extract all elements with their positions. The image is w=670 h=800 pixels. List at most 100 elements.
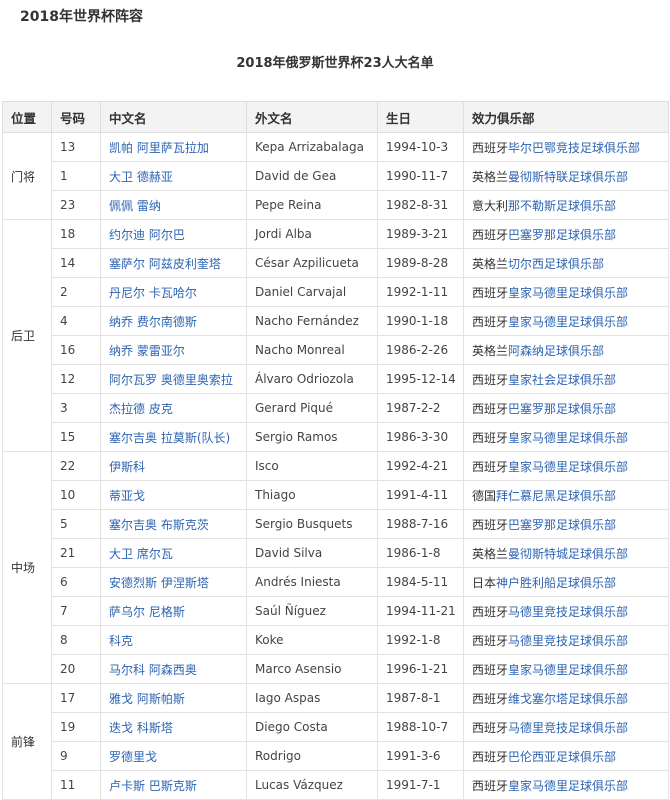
page-heading: 2018年世界杯阵容 (20, 9, 143, 25)
table-row: 20 马尔科 阿森西奥 Marco Asensio 1996-1-21 西班牙皇家马德里… (3, 654, 669, 684)
player-name-link[interactable]: 纳乔 费尔南德斯 (109, 315, 197, 329)
club-cell: 西班牙巴塞罗那足球俱乐部 (463, 219, 669, 249)
number-cell: 13 (51, 132, 101, 162)
chinese-name-cell: 塞尔吉奥 布斯克茨 (100, 509, 247, 539)
club-link[interactable]: 皇家社会足球俱乐部 (508, 373, 616, 387)
club-country: 德国 (472, 488, 497, 503)
column-header-position: 位置 (2, 101, 52, 133)
number-cell: 19 (51, 712, 101, 742)
column-header-number: 号码 (51, 101, 101, 133)
club-link[interactable]: 曼彻斯特联足球俱乐部 (508, 170, 628, 184)
club-link[interactable]: 皇家马德里足球俱乐部 (508, 315, 628, 329)
club-link[interactable]: 巴塞罗那足球俱乐部 (508, 402, 616, 416)
birth-cell: 1988-7-16 (377, 509, 464, 539)
player-name-link[interactable]: 丹尼尔 卡瓦哈尔 (109, 286, 197, 300)
chinese-name-cell: 佩佩 雷纳 (100, 190, 247, 220)
birth-cell: 1988-10-7 (377, 712, 464, 742)
club-link[interactable]: 切尔西足球俱乐部 (508, 257, 604, 271)
number-cell: 21 (51, 538, 101, 568)
club-cell: 德国拜仁慕尼黑足球俱乐部 (463, 480, 669, 510)
player-name-link[interactable]: 塞尔吉奥 拉莫斯(队长) (109, 431, 230, 445)
club-cell: 西班牙巴塞罗那足球俱乐部 (463, 393, 669, 423)
club-link[interactable]: 皇家马德里足球俱乐部 (508, 431, 628, 445)
player-name-link[interactable]: 安德烈斯 伊涅斯塔 (109, 576, 209, 590)
player-name-link[interactable]: 科克 (109, 634, 133, 648)
roster-table: 位置 号码 中文名 外文名 生日 效力俱乐部 门将 13 凯帕 阿里萨瓦拉加 Kepa… (2, 101, 669, 800)
club-link[interactable]: 巴塞罗那足球俱乐部 (508, 228, 616, 242)
club-link[interactable]: 巴塞罗那足球俱乐部 (508, 518, 616, 532)
player-name-link[interactable]: 阿尔瓦罗 奥德里奥索拉 (109, 373, 233, 387)
roster-body: 门将 13 凯帕 阿里萨瓦拉加 Kepa Arrizabalaga 1994-10-3 西… (2, 132, 669, 800)
club-link[interactable]: 那不勒斯足球俱乐部 (508, 199, 616, 213)
club-country: 西班牙 (472, 140, 509, 155)
player-name-link[interactable]: 萨乌尔 尼格斯 (109, 605, 185, 619)
foreign-name-cell: César Azpilicueta (246, 248, 378, 278)
table-row: 12 阿尔瓦罗 奥德里奥索拉 Álvaro Odriozola 1995-12-14 西… (3, 364, 669, 394)
player-name-link[interactable]: 大卫 席尔瓦 (109, 547, 173, 561)
chinese-name-cell: 大卫 席尔瓦 (100, 538, 247, 568)
player-name-link[interactable]: 约尔迪 阿尔巴 (109, 228, 185, 242)
number-cell: 6 (51, 567, 101, 597)
player-name-link[interactable]: 雅戈 阿斯帕斯 (109, 692, 185, 706)
foreign-name-cell: Sergio Ramos (246, 422, 378, 452)
club-link[interactable]: 马德里竞技足球俱乐部 (508, 634, 628, 648)
club-country: 西班牙 (472, 749, 509, 764)
player-name-link[interactable]: 凯帕 阿里萨瓦拉加 (109, 141, 209, 155)
club-link[interactable]: 维戈塞尔塔足球俱乐部 (508, 692, 628, 706)
player-name-link[interactable]: 马尔科 阿森西奥 (109, 663, 197, 677)
player-name-link[interactable]: 纳乔 蒙雷亚尔 (109, 344, 185, 358)
foreign-name-cell: Rodrigo (246, 741, 378, 771)
club-link[interactable]: 马德里竞技足球俱乐部 (508, 605, 628, 619)
birth-cell: 1982-8-31 (377, 190, 464, 220)
club-country: 西班牙 (472, 285, 509, 300)
club-link[interactable]: 皇家马德里足球俱乐部 (508, 286, 628, 300)
club-link[interactable]: 曼彻斯特城足球俱乐部 (508, 547, 628, 561)
player-name-link[interactable]: 塞萨尔 阿兹皮利奎塔 (109, 257, 221, 271)
chinese-name-cell: 安德烈斯 伊涅斯塔 (100, 567, 247, 597)
foreign-name-cell: Pepe Reina (246, 190, 378, 220)
club-cell: 西班牙维戈塞尔塔足球俱乐部 (463, 683, 669, 713)
club-country: 西班牙 (472, 401, 509, 416)
chinese-name-cell: 罗德里戈 (100, 741, 247, 771)
player-name-link[interactable]: 伊斯科 (109, 460, 145, 474)
chinese-name-cell: 科克 (100, 625, 247, 655)
club-link[interactable]: 马德里竞技足球俱乐部 (508, 721, 628, 735)
club-country: 西班牙 (472, 314, 509, 329)
club-link[interactable]: 阿森纳足球俱乐部 (508, 344, 604, 358)
player-name-link[interactable]: 罗德里戈 (109, 750, 157, 764)
player-name-link[interactable]: 蒂亚戈 (109, 489, 145, 503)
number-cell: 18 (51, 219, 101, 249)
club-link[interactable]: 神户胜利船足球俱乐部 (496, 576, 616, 590)
club-link[interactable]: 巴伦西亚足球俱乐部 (508, 750, 616, 764)
chinese-name-cell: 阿尔瓦罗 奥德里奥索拉 (100, 364, 247, 394)
number-cell: 14 (51, 248, 101, 278)
table-row: 23 佩佩 雷纳 Pepe Reina 1982-8-31 意大利那不勒斯足球俱乐部 (3, 190, 669, 220)
chinese-name-cell: 雅戈 阿斯帕斯 (100, 683, 247, 713)
birth-cell: 1994-10-3 (377, 132, 464, 162)
club-link[interactable]: 拜仁慕尼黑足球俱乐部 (496, 489, 616, 503)
foreign-name-cell: Marco Asensio (246, 654, 378, 684)
club-link[interactable]: 皇家马德里足球俱乐部 (508, 779, 628, 793)
foreign-name-cell: Álvaro Odriozola (246, 364, 378, 394)
birth-cell: 1989-3-21 (377, 219, 464, 249)
club-link[interactable]: 皇家马德里足球俱乐部 (508, 460, 628, 474)
table-row: 3 杰拉德 皮克 Gerard Piqué 1987-2-2 西班牙巴塞罗那足球俱乐部 (3, 393, 669, 423)
club-link[interactable]: 皇家马德里足球俱乐部 (508, 663, 628, 677)
chinese-name-cell: 杰拉德 皮克 (100, 393, 247, 423)
number-cell: 7 (51, 596, 101, 626)
club-cell: 西班牙皇家马德里足球俱乐部 (463, 451, 669, 481)
number-cell: 15 (51, 422, 101, 452)
player-name-link[interactable]: 佩佩 雷纳 (109, 199, 161, 213)
club-cell: 西班牙巴塞罗那足球俱乐部 (463, 509, 669, 539)
player-name-link[interactable]: 大卫 德赫亚 (109, 170, 173, 184)
club-link[interactable]: 毕尔巴鄂竞技足球俱乐部 (508, 141, 640, 155)
player-name-link[interactable]: 迭戈 科斯塔 (109, 721, 173, 735)
player-name-link[interactable]: 杰拉德 皮克 (109, 402, 173, 416)
foreign-name-cell: Diego Costa (246, 712, 378, 742)
player-name-link[interactable]: 塞尔吉奥 布斯克茨 (109, 518, 209, 532)
number-cell: 4 (51, 306, 101, 336)
club-country: 西班牙 (472, 227, 509, 242)
club-country: 日本 (472, 575, 497, 590)
foreign-name-cell: Koke (246, 625, 378, 655)
player-name-link[interactable]: 卢卡斯 巴斯克斯 (109, 779, 197, 793)
